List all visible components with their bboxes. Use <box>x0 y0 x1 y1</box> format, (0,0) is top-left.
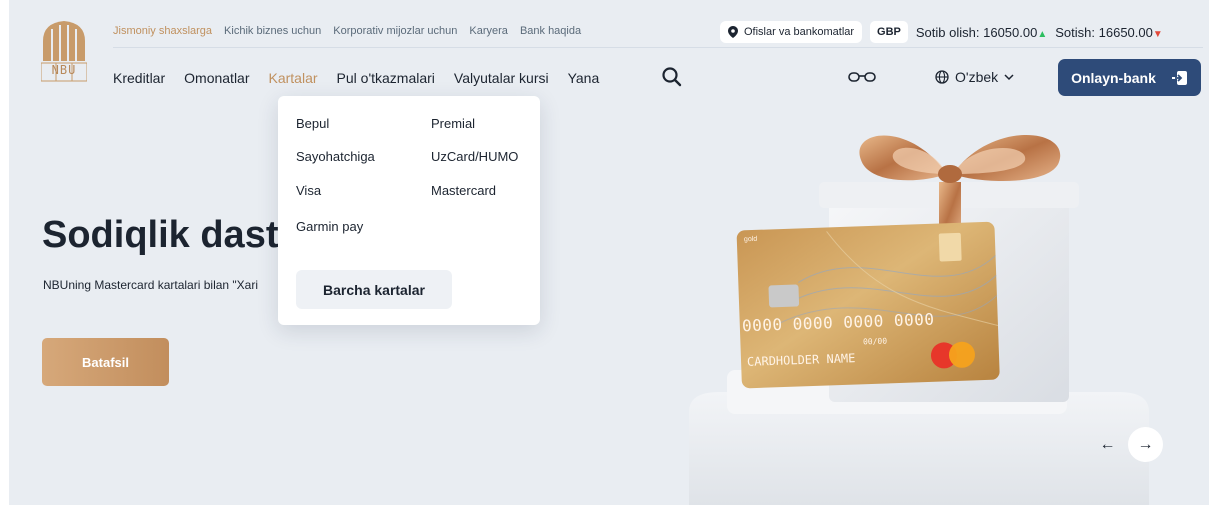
carousel-next-button[interactable]: → <box>1128 427 1163 462</box>
arrow-right-icon: → <box>1137 435 1154 453</box>
arrow-left-icon: ← <box>1099 435 1116 453</box>
main-nav: Kreditlar Omonatlar Kartalar Pul o'tkazm… <box>113 70 599 86</box>
dropdown-item-garmin-pay[interactable]: Garmin pay <box>296 219 363 234</box>
hero-gift-card-illustration <box>689 134 1149 505</box>
dropdown-item-visa[interactable]: Visa <box>296 183 321 198</box>
dropdown-item-traveler[interactable]: Sayohatchiga <box>296 149 375 164</box>
top-nav-item-about[interactable]: Bank haqida <box>520 25 581 37</box>
details-button[interactable]: Batafsil <box>42 338 169 386</box>
card-expiry: 00/00 <box>862 336 888 347</box>
hero-subtitle: NBUning Mastercard kartalari bilan "Xari <box>43 278 259 292</box>
currency-select[interactable]: GBP <box>870 21 908 43</box>
top-nav-item-corporate[interactable]: Korporativ mijozlar uchun <box>333 25 457 37</box>
page: NBU Jismoniy shaxslarga Kichik biznes uc… <box>9 0 1209 505</box>
top-nav: Jismoniy shaxslarga Kichik biznes uchun … <box>113 25 581 37</box>
nav-item-deposits[interactable]: Omonatlar <box>184 70 249 86</box>
buy-rate: Sotib olish: 16050.00▲ <box>916 25 1047 40</box>
language-label: O'zbek <box>955 69 999 85</box>
dropdown-item-free[interactable]: Bepul <box>296 116 329 131</box>
all-cards-button[interactable]: Barcha kartalar <box>296 270 452 309</box>
card-brand-text: gold <box>743 235 758 244</box>
nav-item-transfers[interactable]: Pul o'tkazmalari <box>337 70 435 86</box>
top-nav-item-individuals[interactable]: Jismoniy shaxslarga <box>113 25 212 37</box>
carousel-prev-button[interactable]: ← <box>1090 427 1125 462</box>
nbu-logo[interactable]: NBU <box>40 19 88 85</box>
dropdown-item-uzcard-humo[interactable]: UzCard/HUMO <box>431 149 518 164</box>
header-divider <box>113 47 1203 48</box>
top-right-bar: Ofislar va bankomatlar GBP Sotib olish: … <box>720 21 1163 43</box>
offices-button[interactable]: Ofislar va bankomatlar <box>720 21 863 43</box>
nav-item-cards[interactable]: Kartalar <box>269 70 318 86</box>
offices-label: Ofislar va bankomatlar <box>744 26 855 38</box>
nav-item-credits[interactable]: Kreditlar <box>113 70 165 86</box>
sell-rate: Sotish: 16650.00▼ <box>1055 25 1163 40</box>
online-bank-label: Onlayn-bank <box>1071 69 1156 86</box>
globe-icon <box>935 70 949 84</box>
search-icon[interactable] <box>661 66 683 88</box>
buy-value: 16050.00 <box>983 24 1038 40</box>
hero-title: Sodiqlik dast <box>42 214 279 256</box>
language-select[interactable]: O'zbek <box>935 69 1014 85</box>
top-nav-item-small-business[interactable]: Kichik biznes uchun <box>224 25 321 37</box>
rate-up-icon: ▲ <box>1037 28 1048 40</box>
cards-dropdown-menu: Bepul Sayohatchiga Visa Garmin pay Premi… <box>278 96 540 325</box>
sell-value: 16650.00 <box>1098 24 1153 40</box>
rate-down-icon: ▼ <box>1152 28 1163 40</box>
dropdown-item-premial[interactable]: Premial <box>431 116 475 131</box>
chevron-down-icon <box>1004 73 1014 80</box>
online-bank-button[interactable]: Onlayn-bank <box>1058 59 1201 96</box>
top-nav-item-career[interactable]: Karyera <box>469 25 508 37</box>
dropdown-item-mastercard[interactable]: Mastercard <box>431 183 496 198</box>
location-pin-icon <box>728 26 738 38</box>
login-icon <box>1171 70 1187 85</box>
sell-label: Sotish: <box>1055 24 1095 40</box>
buy-label: Sotib olish: <box>915 24 980 40</box>
nav-item-more[interactable]: Yana <box>568 70 600 86</box>
logo-text: NBU <box>51 63 77 77</box>
nav-item-exchange-rates[interactable]: Valyutalar kursi <box>454 70 549 86</box>
accessibility-glasses-icon[interactable] <box>847 70 877 84</box>
